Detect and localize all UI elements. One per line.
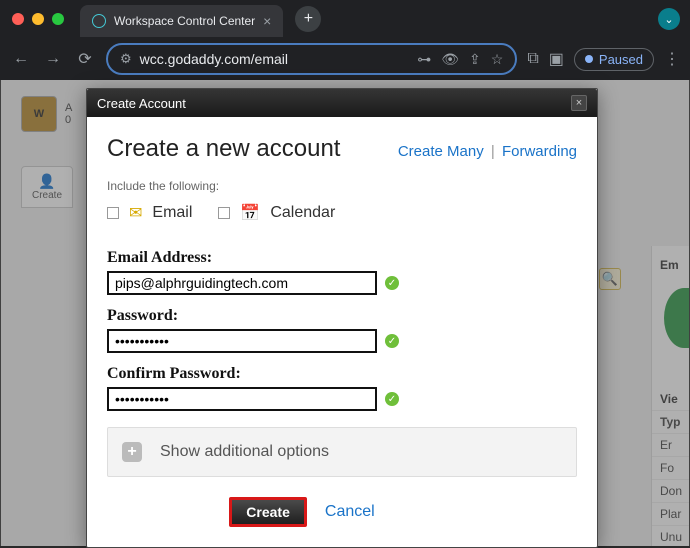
modal-window-title: Create Account	[97, 96, 186, 111]
link-separator: |	[491, 143, 495, 160]
browser-chrome: Workspace Control Center × + ⌄ ← → ⟳ ⚙ w…	[0, 0, 690, 80]
create-many-link[interactable]: Create Many	[398, 143, 484, 160]
profile-paused-pill[interactable]: Paused	[574, 48, 654, 71]
kebab-menu-icon[interactable]: ⋮	[664, 49, 680, 69]
paused-label: Paused	[599, 52, 643, 67]
forward-button[interactable]: →	[42, 50, 64, 68]
plus-icon: +	[122, 442, 142, 462]
include-label: Include the following:	[107, 179, 577, 193]
include-email-checkbox[interactable]	[107, 207, 119, 219]
create-account-modal: Create Account × Create a new account Cr…	[86, 88, 598, 548]
confirm-password-label: Confirm Password:	[107, 365, 577, 383]
include-calendar-checkbox[interactable]	[218, 207, 230, 219]
include-email-label: Email	[152, 204, 192, 222]
show-additional-options[interactable]: + Show additional options	[107, 427, 577, 477]
calendar-icon: 📅	[240, 203, 260, 223]
eye-off-icon[interactable]: 👁	[441, 51, 459, 68]
key-icon[interactable]: ⊶	[417, 51, 431, 68]
extensions-icon[interactable]: ⧉	[527, 50, 538, 68]
tab-close-icon[interactable]: ×	[263, 13, 271, 29]
email-input[interactable]	[107, 271, 377, 295]
window-zoom-icon[interactable]	[52, 13, 64, 25]
modal-titlebar: Create Account ×	[87, 89, 597, 117]
sidepanel-icon[interactable]: ▣	[549, 49, 564, 69]
cancel-link[interactable]: Cancel	[325, 503, 375, 521]
password-label: Password:	[107, 307, 577, 325]
star-icon[interactable]: ☆	[491, 51, 504, 68]
forwarding-link[interactable]: Forwarding	[502, 143, 577, 160]
profile-dot-icon	[585, 55, 593, 63]
modal-links: Create Many | Forwarding	[398, 143, 577, 160]
email-label: Email Address:	[107, 249, 577, 267]
include-calendar-label: Calendar	[270, 204, 335, 222]
expander-label: Show additional options	[160, 443, 329, 461]
address-bar[interactable]: ⚙ wcc.godaddy.com/email ⊶ 👁 ⇪ ☆	[106, 43, 517, 75]
envelope-icon: ✉	[129, 203, 142, 223]
window-minimize-icon[interactable]	[32, 13, 44, 25]
site-settings-icon[interactable]: ⚙	[120, 51, 132, 67]
browser-toolbar: ← → ⟳ ⚙ wcc.godaddy.com/email ⊶ 👁 ⇪ ☆ ⧉ …	[0, 38, 690, 80]
url-text: wcc.godaddy.com/email	[140, 51, 288, 67]
create-button[interactable]: Create	[229, 497, 307, 527]
check-icon: ✓	[385, 392, 399, 406]
password-input[interactable]	[107, 329, 377, 353]
tabs-dropdown-icon[interactable]: ⌄	[658, 8, 680, 30]
check-icon: ✓	[385, 276, 399, 290]
window-close-icon[interactable]	[12, 13, 24, 25]
reload-button[interactable]: ⟳	[74, 49, 96, 69]
browser-tab[interactable]: Workspace Control Center ×	[80, 5, 283, 37]
tab-bar: Workspace Control Center × + ⌄	[0, 0, 690, 38]
modal-heading: Create a new account	[107, 135, 340, 163]
new-tab-button[interactable]: +	[295, 6, 321, 32]
check-icon: ✓	[385, 334, 399, 348]
back-button[interactable]: ←	[10, 50, 32, 68]
modal-close-button[interactable]: ×	[571, 95, 587, 111]
traffic-lights	[12, 13, 64, 25]
share-icon[interactable]: ⇪	[469, 51, 481, 68]
favicon-icon	[92, 14, 106, 28]
confirm-password-input[interactable]	[107, 387, 377, 411]
tab-title: Workspace Control Center	[114, 14, 255, 28]
